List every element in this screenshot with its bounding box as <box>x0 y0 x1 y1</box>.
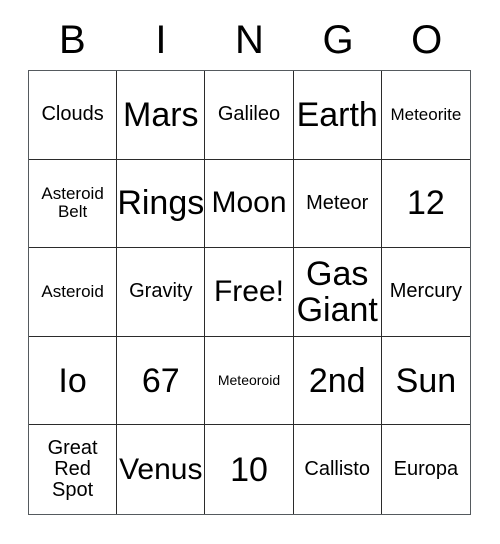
bingo-cell[interactable]: 67 <box>117 336 206 426</box>
bingo-cell[interactable]: Callisto <box>293 425 382 514</box>
bingo-cell[interactable]: Asteroid Belt <box>29 159 118 249</box>
bingo-cell[interactable]: Great Red Spot <box>29 425 118 514</box>
bingo-cell[interactable]: Moon <box>205 159 294 249</box>
bingo-cell-label: Sun <box>395 361 457 400</box>
header-letter-g: G <box>322 18 354 62</box>
bingo-cell[interactable]: Mercury <box>381 248 470 337</box>
bingo-card: B I N G O Clouds Mars Galileo Earth Mete… <box>0 0 500 544</box>
bingo-cell[interactable]: Asteroid <box>29 248 118 337</box>
bingo-cell-label: Meteorite <box>390 104 462 124</box>
bingo-cell-label: Great Red Spot <box>47 436 98 502</box>
bingo-cell[interactable]: Meteoroid <box>205 336 294 426</box>
bingo-grid: Clouds Mars Galileo Earth Meteorite Aste… <box>28 70 471 515</box>
header-letter-i: I <box>155 18 167 62</box>
bingo-cell-label: Mars <box>123 95 199 134</box>
bingo-cell[interactable]: Meteor <box>293 159 382 249</box>
bingo-cell-label: Venus <box>119 452 203 486</box>
bingo-cell[interactable]: Gravity <box>117 248 206 337</box>
bingo-cell-label: Clouds <box>41 103 104 126</box>
bingo-cell[interactable]: 10 <box>205 425 294 514</box>
bingo-cell-label: 12 <box>406 184 445 223</box>
bingo-cell-label: Gas Giant <box>296 254 378 329</box>
bingo-cell[interactable]: Clouds <box>29 71 118 160</box>
bingo-cell-label: Asteroid <box>41 281 104 301</box>
bingo-cell[interactable]: Rings <box>117 159 206 249</box>
bingo-cell-label: Free! <box>213 275 284 309</box>
header-letter-b: B <box>58 18 86 62</box>
bingo-cell[interactable]: Sun <box>381 336 470 426</box>
bingo-cell-label: 10 <box>230 450 268 489</box>
bingo-cell[interactable]: Venus <box>117 425 206 514</box>
bingo-cell[interactable]: Mars <box>117 71 206 160</box>
bingo-cell-label: Asteroid Belt <box>41 184 104 222</box>
bingo-cell-label: Io <box>58 361 87 400</box>
bingo-cell[interactable]: 2nd <box>293 336 382 426</box>
bingo-cell-label: Galileo <box>217 103 281 126</box>
bingo-header-row: B I N G O <box>28 14 471 66</box>
bingo-cell[interactable]: Earth <box>293 71 382 160</box>
header-letter-o: O <box>411 18 443 62</box>
bingo-cell[interactable]: Europa <box>381 425 470 514</box>
bingo-cell-label: Callisto <box>304 458 370 481</box>
bingo-cell[interactable]: 12 <box>381 159 470 249</box>
bingo-cell-label: Gravity <box>129 280 193 303</box>
bingo-cell-free-space[interactable]: Free! <box>205 248 294 337</box>
bingo-cell-label: Meteoroid <box>217 372 281 389</box>
bingo-cell-label: 2nd <box>308 361 366 400</box>
bingo-cell-label: Moon <box>211 186 287 220</box>
bingo-cell-label: Rings <box>117 184 205 223</box>
bingo-cell-label: Mercury <box>389 280 462 303</box>
bingo-cell[interactable]: Io <box>29 336 118 426</box>
bingo-cell[interactable]: Gas Giant <box>293 248 382 337</box>
bingo-cell-label: Meteor <box>306 191 369 214</box>
bingo-cell-label: Earth <box>296 95 378 134</box>
bingo-cell[interactable]: Galileo <box>205 71 294 160</box>
bingo-cell[interactable]: Meteorite <box>381 71 470 160</box>
bingo-cell-label: Europa <box>393 458 459 481</box>
header-letter-n: N <box>235 18 264 62</box>
bingo-cell-label: 67 <box>141 361 180 400</box>
